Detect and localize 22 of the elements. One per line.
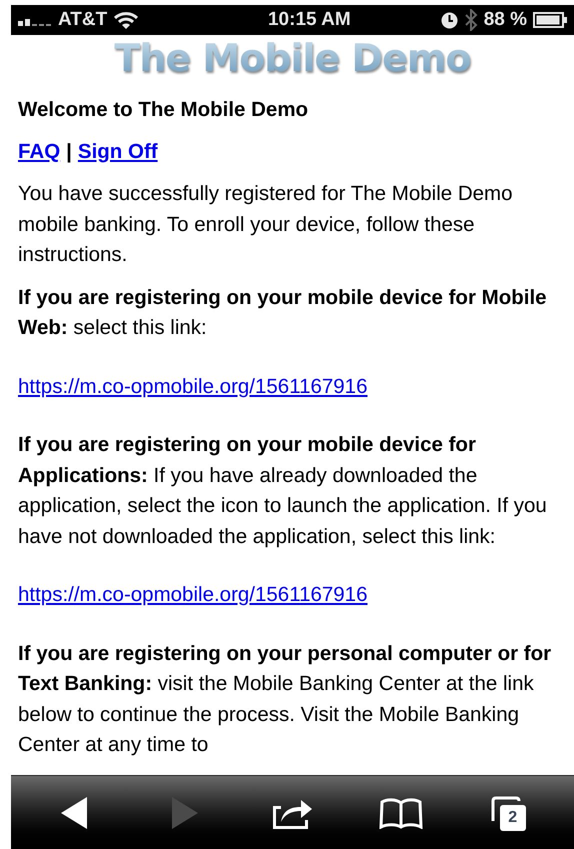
nav-link[interactable]: FAQ <box>18 136 60 167</box>
registration-link[interactable]: https://m.co-opmobile.org/1561167916 <box>18 580 368 610</box>
welcome-heading: Welcome to The Mobile Demo <box>18 97 310 123</box>
tabs-button[interactable]: 2 <box>480 788 540 838</box>
instruction-paragraph: If you are registering on your personal computer or for Text Banking: visit the Mobile Banking Center at the link below to continue the process. Visit the Mobile Banking Center at any time to <box>18 640 552 758</box>
instruction-paragraph: If you are registering on your mobile device for Applications: If you have already downloaded the application, select the icon to launch the application. If you have not downloaded the application, select this link: <box>18 432 548 550</box>
link-separator: | <box>66 138 72 164</box>
forward-arrow-icon <box>170 796 198 828</box>
instruction-paragraph: You have successfully registered for The Mobile Demo mobile banking. To enroll your device, follow these instructions. <box>18 181 514 268</box>
back-arrow-icon <box>61 796 90 828</box>
clock-time: 10:15 AM <box>266 8 352 32</box>
nav-link[interactable]: Sign Off <box>78 136 158 167</box>
battery-percentage: 88 % <box>484 8 527 32</box>
battery-icon <box>533 12 567 28</box>
tab-count-badge: 2 <box>500 804 526 830</box>
carrier-name: AT&T <box>58 8 108 32</box>
open-book-icon <box>379 796 424 828</box>
wifi-icon <box>113 10 140 30</box>
alarm-clock-icon <box>440 12 458 28</box>
bluetooth-icon <box>464 9 478 31</box>
instruction-paragraph: If you are registering on your mobile device for Mobile Web: select this link: <box>18 284 548 341</box>
registration-link[interactable]: https://m.co-opmobile.org/1561167916 <box>18 372 368 402</box>
